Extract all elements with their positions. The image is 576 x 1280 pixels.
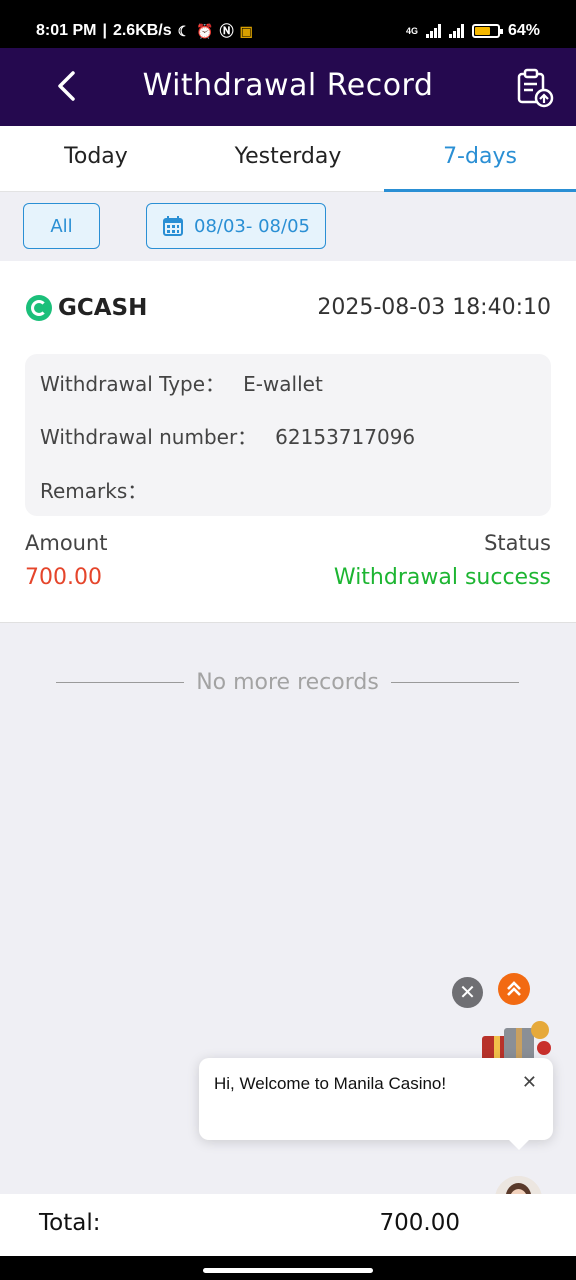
alarm-icon: ⏰ — [196, 23, 214, 39]
nfc-icon: Ⓝ — [219, 23, 234, 39]
withdrawal-type-row: Withdrawal Type： E-wallet — [40, 368, 323, 397]
date-range-button[interactable]: 08/03- 08/05 — [146, 203, 326, 249]
record-history-button[interactable] — [516, 68, 554, 108]
chat-welcome-bubble[interactable]: Hi, Welcome to Manila Casino! ✕ — [199, 1058, 553, 1150]
remarks-label: Remarks： — [40, 479, 148, 503]
provider: GCASH — [26, 295, 147, 321]
home-indicator[interactable] — [203, 1268, 373, 1273]
withdrawal-number-label: Withdrawal number： — [40, 425, 258, 449]
app-header: Withdrawal Record — [0, 48, 576, 126]
moon-icon: ☾ — [177, 23, 191, 39]
calendar-icon — [163, 216, 184, 236]
total-label: Total: — [39, 1210, 101, 1236]
withdrawal-record-card[interactable]: GCASH 2025-08-03 18:40:10 Withdrawal Typ… — [0, 261, 576, 623]
total-value: 700.00 — [379, 1210, 460, 1236]
filter-all-button[interactable]: All — [23, 203, 100, 249]
withdrawal-number-row: Withdrawal number： 62153717096 — [40, 421, 415, 450]
chat-close-button[interactable]: ✕ — [522, 1072, 537, 1093]
list-end-indicator: No more records — [56, 666, 520, 698]
battery-fill — [474, 27, 491, 35]
date-range-text: 08/03- 08/05 — [194, 215, 310, 237]
divider-left — [56, 681, 185, 683]
signal-icon-2 — [448, 24, 464, 38]
status-time: 8:01 PM — [36, 22, 97, 39]
record-details: Withdrawal Type： E-wallet Withdrawal numb… — [25, 354, 551, 516]
signal-icon — [425, 24, 441, 38]
total-bar: Total: 700.00 — [0, 1194, 576, 1256]
withdrawal-type-label: Withdrawal Type： — [40, 372, 226, 396]
status-bar-left: 8:01 PM | 2.6KB/s ☾ ⏰ Ⓝ ▣ — [36, 22, 253, 40]
status-bar-right: 4G 64% — [406, 22, 540, 40]
clipboard-upload-icon — [517, 68, 554, 108]
status-separator: | — [102, 22, 107, 39]
withdrawal-type-value: E-wallet — [243, 372, 323, 396]
amount-label: Amount — [25, 531, 108, 555]
double-chevron-up-icon — [507, 981, 521, 996]
close-promo-button[interactable]: ✕ — [452, 977, 483, 1008]
status-speed: 2.6KB/s — [112, 22, 172, 39]
divider-right — [390, 681, 520, 683]
status-value: Withdrawal success — [333, 565, 551, 590]
page-title: Withdrawal Record — [142, 68, 434, 103]
app-notification-icon: ▣ — [239, 23, 253, 39]
no-more-records-text: No more records — [196, 669, 379, 695]
tab-today[interactable]: Today — [0, 126, 192, 191]
gcash-logo-icon — [26, 295, 52, 321]
amount-value: 700.00 — [25, 565, 102, 590]
status-bar: 8:01 PM | 2.6KB/s ☾ ⏰ Ⓝ ▣ 4G 64% — [0, 0, 576, 48]
network-type: 4G — [405, 26, 418, 36]
scroll-top-button[interactable] — [498, 973, 530, 1005]
tab-7-days[interactable]: 7-days — [384, 126, 576, 192]
provider-name: GCASH — [58, 295, 148, 321]
filter-bar: All 08/03- 08/05 — [0, 192, 576, 260]
withdrawal-number-value: 62153717096 — [275, 425, 416, 449]
battery-icon — [471, 24, 503, 38]
battery-percent: 64% — [507, 22, 540, 39]
chat-message: Hi, Welcome to Manila Casino! — [214, 1074, 447, 1093]
record-datetime: 2025-08-03 18:40:10 — [317, 295, 551, 320]
remarks-row: Remarks： — [40, 475, 165, 504]
tab-yesterday[interactable]: Yesterday — [192, 126, 384, 191]
date-tabs: Today Yesterday 7-days — [0, 126, 576, 192]
status-label: Status — [484, 531, 551, 555]
close-icon: ✕ — [459, 980, 476, 1004]
